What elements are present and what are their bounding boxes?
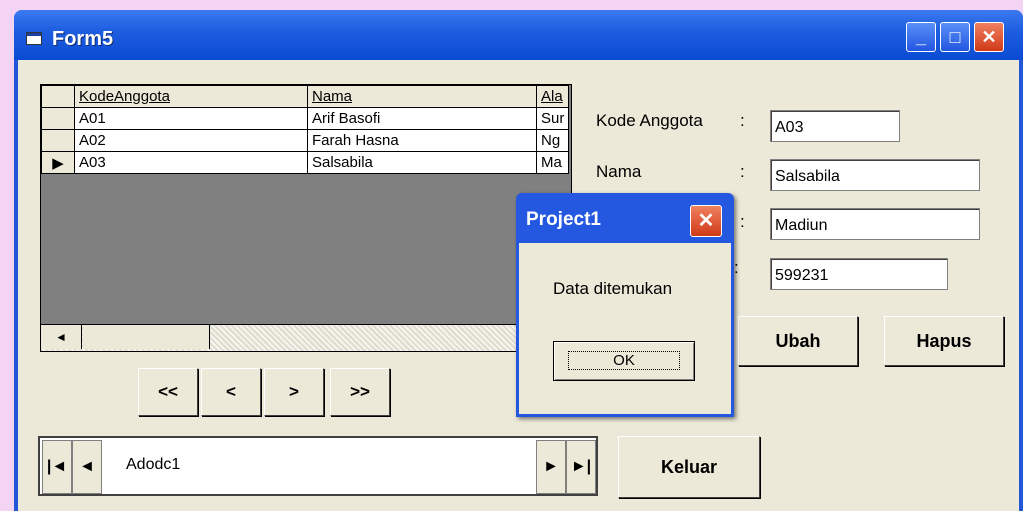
telp-colon: : — [734, 258, 739, 277]
last-record-button[interactable]: >> — [330, 368, 390, 416]
dialog-body: Data ditemukan OK — [519, 243, 731, 414]
adodc-control: |◄ ◄ Adodc1 ► ►| — [38, 436, 598, 496]
cell-kode[interactable]: A02 — [74, 129, 308, 152]
adodc-caption: Adodc1 — [126, 456, 181, 473]
cell-kode[interactable]: A03 — [74, 151, 308, 174]
row-indicator-current[interactable]: ▶ — [41, 151, 75, 174]
window-title: Form5 — [52, 28, 114, 50]
first-record-button[interactable]: << — [138, 368, 198, 416]
adodc-first-icon[interactable]: |◄ — [42, 440, 72, 494]
column-header-kode[interactable]: KodeAnggota — [74, 85, 308, 108]
main-window: Form5 _ □ ✕ KodeAnggota Nama Ala A01 Ari… — [14, 10, 1023, 511]
close-button[interactable]: ✕ — [974, 22, 1004, 52]
cell-alamat[interactable]: Ng — [535, 129, 570, 152]
dialog-close-button[interactable]: ✕ — [690, 205, 722, 237]
kode-anggota-label: Kode Anggota — [596, 111, 703, 130]
telp-field[interactable]: 599231 — [770, 258, 948, 290]
table-row[interactable]: A01 Arif Basofi Sur — [41, 107, 570, 130]
table-row[interactable]: ▶ A03 Salsabila Ma — [41, 151, 570, 174]
message-dialog: Project1 ✕ Data ditemukan OK — [516, 193, 734, 417]
adodc-next-icon[interactable]: ► — [536, 440, 566, 494]
keluar-button[interactable]: Keluar — [618, 436, 760, 498]
adodc-prev-icon[interactable]: ◄ — [72, 440, 102, 494]
row-indicator[interactable] — [41, 129, 75, 152]
scroll-left-icon[interactable]: ◄ — [41, 325, 82, 349]
hapus-button[interactable]: Hapus — [884, 316, 1004, 366]
column-header-alamat[interactable]: Ala — [535, 85, 570, 108]
nama-label: Nama — [596, 162, 642, 181]
title-bar[interactable]: Form5 _ □ ✕ — [14, 10, 1023, 60]
cell-kode[interactable]: A01 — [74, 107, 308, 130]
maximize-button[interactable]: □ — [940, 22, 970, 52]
adodc-last-icon[interactable]: ►| — [566, 440, 596, 494]
cell-nama[interactable]: Salsabila — [307, 151, 537, 174]
nama-field[interactable]: Salsabila — [770, 159, 980, 191]
cell-alamat[interactable]: Sur — [535, 107, 570, 130]
alamat-field[interactable]: Madiun — [770, 208, 980, 240]
nama-colon: : — [740, 162, 745, 181]
cell-nama[interactable]: Arif Basofi — [307, 107, 537, 130]
cell-alamat[interactable]: Ma — [535, 151, 570, 174]
form-icon — [26, 32, 42, 45]
dialog-message: Data ditemukan — [553, 279, 673, 298]
next-record-button[interactable]: > — [264, 368, 324, 416]
cell-nama[interactable]: Farah Hasna — [307, 129, 537, 152]
ok-button-label: OK — [568, 351, 680, 370]
horizontal-scrollbar[interactable]: ◄ — [41, 324, 571, 351]
table-row[interactable]: A02 Farah Hasna Ng — [41, 129, 570, 152]
form-client-area: KodeAnggota Nama Ala A01 Arif Basofi Sur… — [18, 60, 1019, 511]
column-header-nama[interactable]: Nama — [307, 85, 537, 108]
dialog-title: Project1 — [526, 209, 601, 230]
row-indicator[interactable] — [41, 107, 75, 130]
ok-button[interactable]: OK — [553, 341, 695, 381]
grid-corner — [41, 85, 75, 108]
minimize-button[interactable]: _ — [906, 22, 936, 52]
ubah-button[interactable]: Ubah — [738, 316, 858, 366]
alamat-colon: : — [740, 212, 745, 231]
kode-colon: : — [740, 111, 745, 130]
prev-record-button[interactable]: < — [201, 368, 261, 416]
data-grid[interactable]: KodeAnggota Nama Ala A01 Arif Basofi Sur… — [40, 84, 572, 352]
scroll-thumb[interactable] — [83, 325, 210, 349]
kode-anggota-field[interactable]: A03 — [770, 110, 900, 142]
